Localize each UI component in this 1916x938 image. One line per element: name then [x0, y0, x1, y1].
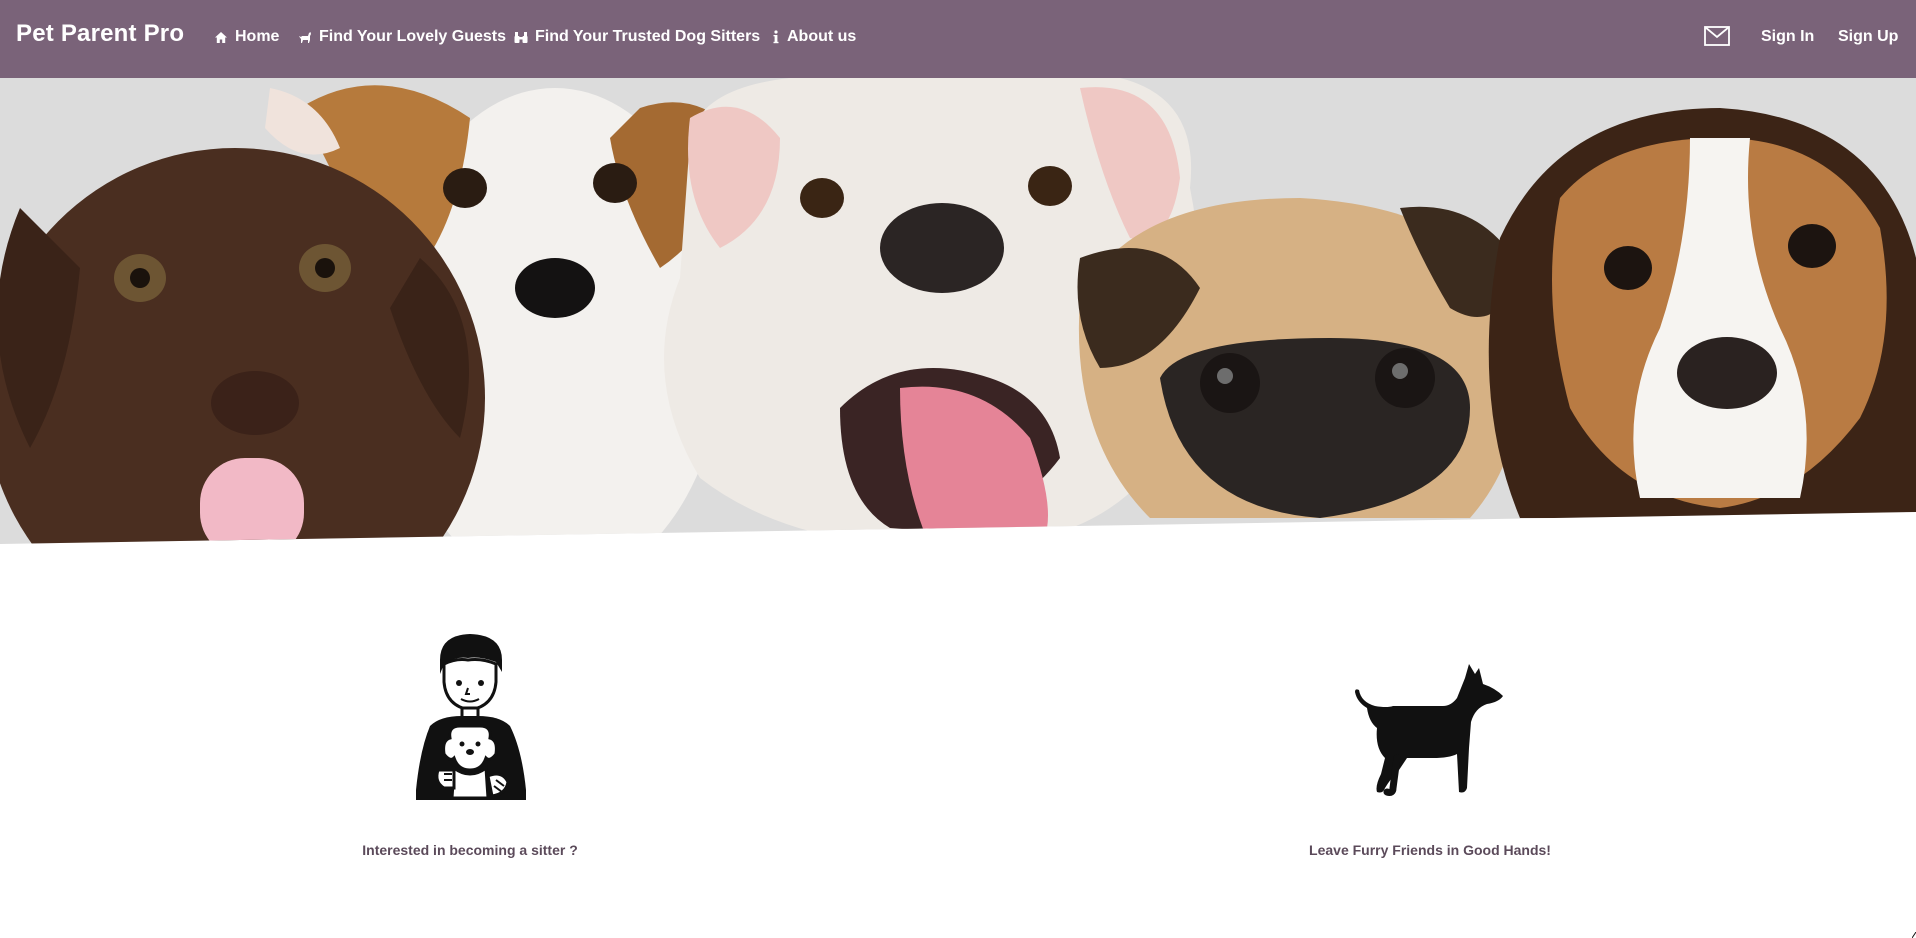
nav-find-sitters-label: Find Your Trusted Dog Sitters	[535, 28, 761, 45]
nav-find-guests-label: Find Your Lovely Guests	[319, 28, 506, 45]
binoculars-icon	[514, 31, 528, 43]
puppies-hero-image	[0, 78, 1916, 544]
home-icon	[215, 31, 227, 43]
beagle-puppy	[1488, 108, 1916, 518]
info-icon	[773, 30, 779, 44]
brand-logo[interactable]: Pet Parent Pro	[16, 20, 184, 48]
dog-silhouette-icon	[1355, 664, 1503, 796]
corner-divider	[1912, 932, 1916, 938]
pug-puppy	[1077, 198, 1520, 518]
sign-up-link[interactable]: Sign Up	[1838, 28, 1898, 46]
nav-find-guests[interactable]: Find Your Lovely Guests	[298, 28, 506, 46]
nav-about[interactable]: About us	[772, 28, 856, 46]
sign-in-link[interactable]: Sign In	[1761, 28, 1814, 46]
top-navbar: Pet Parent Pro Home Find Your Lovely Gue…	[0, 0, 1916, 78]
nav-home[interactable]: Home	[214, 28, 279, 46]
nav-find-sitters[interactable]: Find Your Trusted Dog Sitters	[514, 28, 760, 46]
feature-become-sitter-label[interactable]: Interested in becoming a sitter ?	[260, 842, 680, 858]
feature-become-sitter	[265, 630, 685, 815]
hero-banner	[0, 78, 1916, 546]
nav-home-label: Home	[235, 28, 280, 45]
feature-good-hands	[1222, 630, 1642, 807]
dog-icon	[299, 31, 311, 43]
envelope-icon[interactable]	[1704, 26, 1730, 51]
feature-good-hands-label[interactable]: Leave Furry Friends in Good Hands!	[1220, 842, 1640, 858]
nav-about-label: About us	[787, 28, 857, 45]
person-holding-puppy-icon	[416, 634, 526, 800]
